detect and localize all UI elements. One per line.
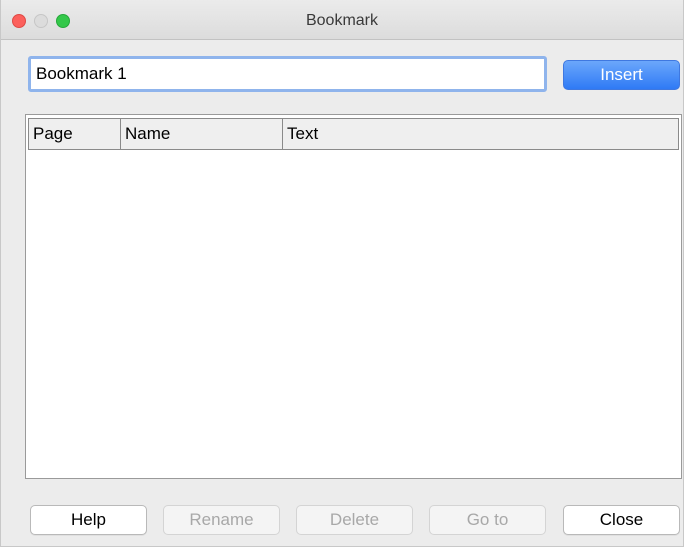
bookmark-list[interactable]: Page Name Text (25, 114, 682, 479)
list-body[interactable] (28, 150, 679, 476)
insert-button[interactable]: Insert (563, 60, 680, 90)
delete-button: Delete (296, 505, 413, 535)
list-header: Page Name Text (28, 118, 679, 150)
column-header-page[interactable]: Page (29, 119, 121, 149)
help-button[interactable]: Help (30, 505, 147, 535)
close-button[interactable]: Close (563, 505, 680, 535)
title-bar[interactable]: Bookmark (1, 0, 683, 40)
window-title: Bookmark (305, 12, 379, 29)
column-header-text[interactable]: Text (283, 119, 678, 149)
bookmark-name-input[interactable] (28, 56, 547, 92)
rename-button: Rename (163, 505, 280, 535)
bookmark-dialog: Bookmark Insert Page Name Text Help Rena… (0, 0, 684, 547)
column-header-name[interactable]: Name (121, 119, 283, 149)
goto-button: Go to (429, 505, 546, 535)
